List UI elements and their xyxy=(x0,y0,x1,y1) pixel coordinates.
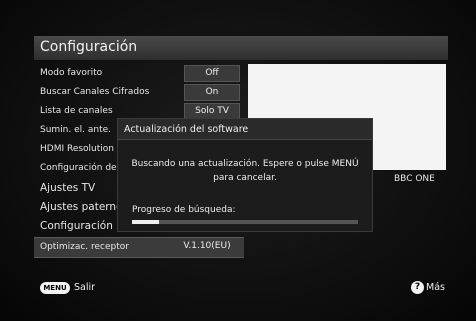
menu-item-label: Sumin. el. ante. xyxy=(40,125,112,135)
dialog-title: Actualización del software xyxy=(124,124,249,135)
page-title-bar: Configuración xyxy=(34,36,448,60)
menu-item-label: Configuración de xyxy=(40,163,117,173)
dialog-title-bar: Actualización del software xyxy=(118,119,372,140)
menu-button-icon[interactable]: MENU xyxy=(40,282,70,294)
dialog-message: Buscando una actualización. Espere o pul… xyxy=(131,159,359,183)
more-label[interactable]: Más xyxy=(426,282,445,293)
menu-item-modo-favorito[interactable]: Modo favorito Off xyxy=(34,64,244,83)
menu-item-label: Lista de canales xyxy=(40,106,113,116)
menu-item-value[interactable]: Off xyxy=(184,65,240,82)
page-title: Configuración xyxy=(40,39,138,55)
menu-item-label: Optimizac. receptor xyxy=(40,242,129,252)
software-update-dialog: Actualización del software Buscando una … xyxy=(117,118,373,232)
progress-label: Progreso de búsqueda: xyxy=(132,205,236,215)
menu-item-label: Modo favorito xyxy=(40,68,103,78)
help-icon[interactable]: ? xyxy=(411,281,424,294)
menu-item-label: Ajustes paternos xyxy=(40,201,128,213)
tv-screen: Configuración Modo favorito Off Buscar C… xyxy=(0,0,476,321)
search-progress-bar xyxy=(132,220,358,224)
menu-item-buscar-canales-cifrados[interactable]: Buscar Canales Cifrados On xyxy=(34,83,244,102)
menu-item-label: Ajustes TV xyxy=(40,182,96,194)
menu-item-label: HDMI Resolution xyxy=(40,144,115,154)
menu-item-value[interactable]: On xyxy=(184,84,240,101)
menu-item-value: V.1.10(EU) xyxy=(183,241,231,251)
search-progress-fill xyxy=(132,220,160,224)
exit-label[interactable]: Salir xyxy=(74,282,95,293)
channel-name: BBC ONE xyxy=(394,174,435,184)
menu-item-label: Buscar Canales Cifrados xyxy=(40,87,150,97)
menu-item-optimizac-receptor[interactable]: Optimizac. receptor V.1.10(EU) xyxy=(34,237,244,258)
